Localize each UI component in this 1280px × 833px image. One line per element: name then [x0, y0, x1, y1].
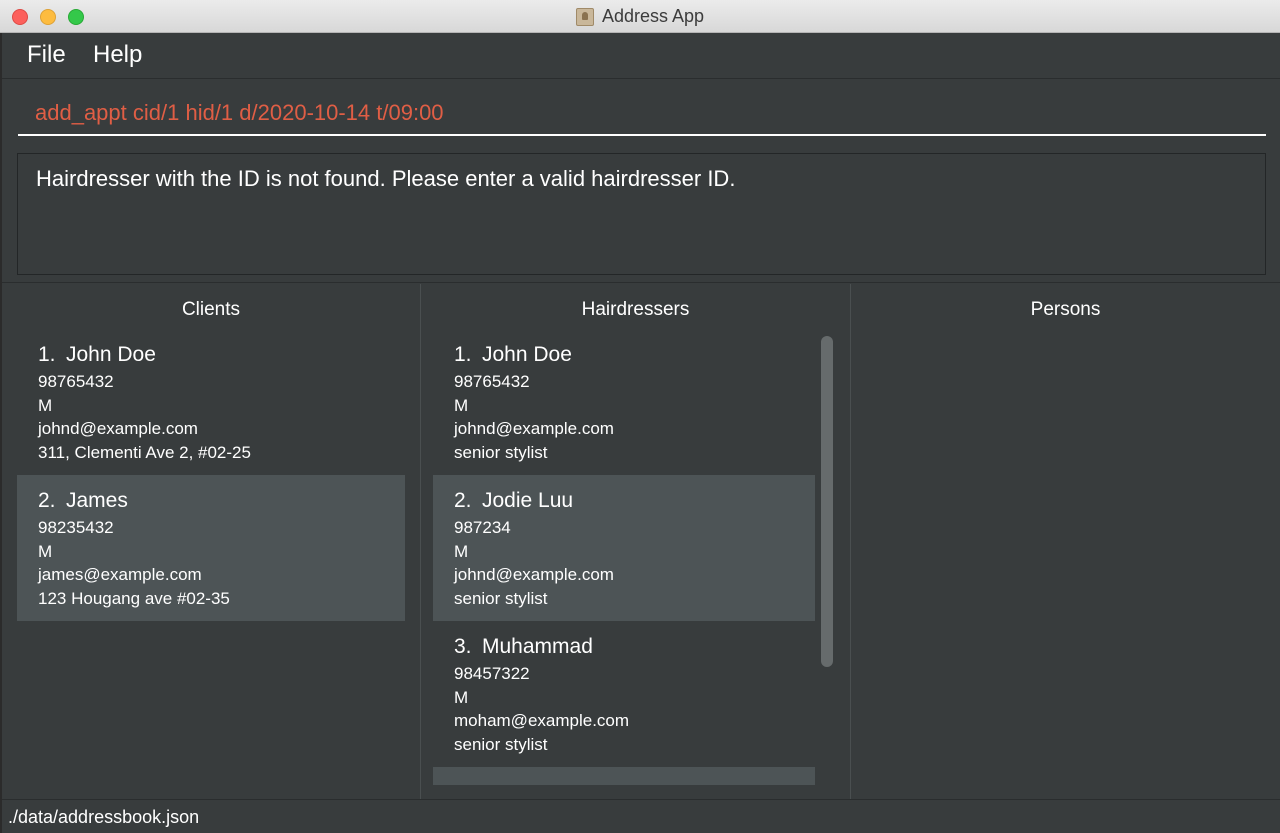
persons-heading: Persons	[1030, 299, 1101, 320]
hairdresser-phone: 98765432	[454, 372, 530, 391]
hairdresser-card[interactable]: 3. Muhammad 98457322 M moham@example.com …	[433, 621, 815, 767]
hairdressers-scrollbar[interactable]	[821, 336, 833, 791]
client-name: James	[66, 489, 128, 512]
window-title: Address App	[601, 6, 705, 26]
hairdresser-card-partial[interactable]	[433, 767, 815, 785]
hairdresser-phone: 987234	[454, 518, 511, 537]
client-gender: M	[38, 541, 53, 561]
client-address: 311, Clementi Ave 2, #02-25	[38, 442, 251, 462]
hairdresser-title: senior stylist	[454, 442, 548, 462]
client-name: John Doe	[66, 343, 156, 366]
client-email: johnd@example.com	[38, 419, 198, 438]
client-card[interactable]: 1. John Doe 98765432 M johnd@example.com …	[17, 329, 405, 475]
client-card[interactable]: 2. James 98235432 M james@example.com 123…	[17, 475, 405, 621]
command-box	[2, 80, 1280, 148]
client-phone: 98235432	[38, 518, 114, 537]
hairdresser-index: 3.	[454, 635, 472, 658]
main-window: File Help Hairdresser with the ID is not…	[2, 33, 1280, 833]
client-address: 123 Hougang ave #02-35	[38, 588, 230, 608]
scrollbar-thumb[interactable]	[821, 336, 833, 667]
file-menu[interactable]: File	[27, 41, 66, 69]
hairdresser-gender: M	[454, 541, 469, 561]
hairdresser-index: 1.	[454, 343, 472, 366]
hairdresser-gender: M	[454, 687, 469, 707]
hairdresser-email: johnd@example.com	[454, 419, 614, 438]
hairdresser-gender: M	[454, 395, 469, 415]
clients-heading: Clients	[181, 299, 241, 320]
client-email: james@example.com	[38, 565, 202, 584]
result-display: Hairdresser with the ID is not found. Pl…	[17, 153, 1266, 275]
hairdresser-index: 2.	[454, 489, 472, 512]
clients-panel: Clients 1. John Doe 98765432 M johnd@exam…	[2, 284, 420, 799]
hairdresser-name-line: 3. Muhammad	[454, 635, 815, 661]
hairdressers-panel: Hairdressers 1. John Doe 98765432 M johnd…	[421, 284, 850, 799]
hairdresser-title: senior stylist	[454, 588, 548, 608]
hairdresser-card[interactable]: 1. John Doe 98765432 M johnd@example.com …	[433, 329, 815, 475]
command-input[interactable]	[18, 92, 1266, 136]
hairdresser-email: moham@example.com	[454, 711, 630, 730]
hairdressers-list[interactable]: 1. John Doe 98765432 M johnd@example.com …	[433, 329, 815, 785]
hairdresser-name: Muhammad	[482, 635, 593, 658]
hairdresser-card[interactable]: 2. Jodie Luu 987234 M johnd@example.com s…	[433, 475, 815, 621]
title-bar: Address App	[0, 0, 1280, 33]
client-gender: M	[38, 395, 53, 415]
clients-list[interactable]: 1. John Doe 98765432 M johnd@example.com …	[17, 329, 405, 799]
hairdresser-title: senior stylist	[454, 734, 548, 754]
result-message: Hairdresser with the ID is not found. Pl…	[36, 166, 736, 191]
menu-bar: File Help	[2, 33, 1280, 79]
hairdresser-name-line: 1. John Doe	[454, 343, 815, 369]
hairdresser-name: Jodie Luu	[482, 489, 574, 512]
client-index: 1.	[38, 343, 56, 366]
hairdressers-heading: Hairdressers	[581, 299, 690, 320]
hairdresser-email: johnd@example.com	[454, 565, 614, 584]
client-name-line: 1. John Doe	[38, 343, 405, 369]
client-index: 2.	[38, 489, 56, 512]
help-menu[interactable]: Help	[93, 41, 142, 69]
hairdresser-name-line: 2. Jodie Luu	[454, 489, 815, 515]
section-divider	[2, 282, 1280, 283]
hairdresser-name: John Doe	[482, 343, 572, 366]
status-bar: ./data/addressbook.json	[2, 799, 1280, 833]
save-location: ./data/addressbook.json	[8, 807, 200, 827]
client-name-line: 2. James	[38, 489, 405, 515]
address-book-icon	[575, 7, 594, 26]
client-phone: 98765432	[38, 372, 114, 391]
hairdresser-phone: 98457322	[454, 664, 530, 683]
persons-panel: Persons	[851, 284, 1280, 799]
